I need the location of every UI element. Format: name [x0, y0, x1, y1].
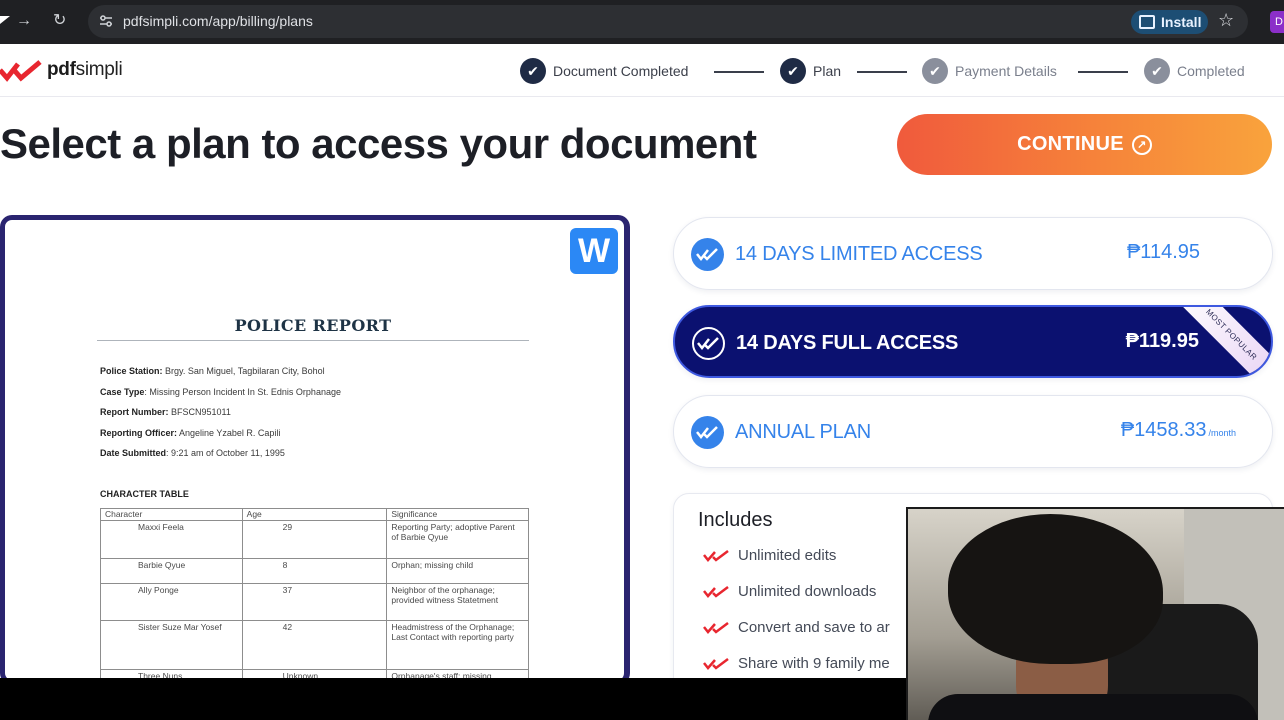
plan-price-value: ₱1458.33: [1120, 419, 1207, 441]
continue-label: CONTINUE: [1017, 133, 1124, 155]
plan-price: ₱119.95: [1126, 330, 1199, 353]
step-check-icon: ✔: [1144, 58, 1170, 84]
install-label: Install: [1161, 14, 1202, 30]
plan-option-14-days-limited[interactable]: 14 DAYS LIMITED ACCESS ₱114.95: [673, 217, 1273, 290]
table-header: Age: [241, 508, 388, 521]
site-settings-icon[interactable]: [98, 13, 114, 29]
reload-icon[interactable]: ↻: [53, 10, 66, 32]
table-cell: Headmistress of the Orphanage; Last Cont…: [386, 620, 529, 670]
red-double-check-icon: [703, 658, 729, 670]
doc-field-reporting-officer: Reporting Officer: Angeline Yzabel R. Ca…: [100, 428, 281, 438]
table-cell: 42: [241, 620, 388, 670]
plan-name: 14 DAYS FULL ACCESS: [736, 332, 959, 354]
table-cell: Sister Suze Mar Yosef: [100, 620, 243, 670]
logo-wordmark[interactable]: pdfsimpli: [47, 59, 123, 81]
step-connector: [1078, 71, 1128, 73]
table-cell: Ally Ponge: [100, 583, 243, 621]
step-connector: [857, 71, 907, 73]
doc-field-police-station: Police Station: Brgy. San Miguel, Tagbil…: [100, 366, 325, 376]
table-cell: Barbie Qyue: [100, 558, 243, 584]
step-check-icon: ✔: [780, 58, 806, 84]
plan-price: ₱114.95: [1127, 241, 1200, 264]
table-row: Ally Ponge 37 Neighbor of the orphanage;…: [100, 583, 529, 621]
double-check-icon: [691, 238, 724, 271]
address-bar[interactable]: pdfsimpli.com/app/billing/plans: [88, 5, 1248, 38]
table-row: Maxxi Feela 29 Reporting Party; adoptive…: [100, 520, 529, 559]
url-text[interactable]: pdfsimpli.com/app/billing/plans: [123, 13, 313, 29]
red-double-check-icon: [703, 550, 729, 562]
arrow-circle-icon: ↗: [1131, 135, 1152, 155]
table-cell: 29: [241, 520, 388, 559]
plan-name: ANNUAL PLAN: [735, 421, 871, 443]
double-check-icon: [692, 327, 725, 360]
red-double-check-icon: [703, 622, 729, 634]
install-icon: [1139, 15, 1155, 29]
site-header: pdfsimpli ✔ Document Completed ✔ Plan ✔ …: [0, 44, 1284, 97]
word-file-icon: W: [570, 228, 618, 274]
step-check-icon: ✔: [520, 58, 546, 84]
step-label: Document Completed: [553, 63, 689, 79]
table-header: Significance: [386, 508, 529, 521]
step-connector: [714, 71, 764, 73]
forward-icon[interactable]: →: [16, 10, 32, 32]
bookmark-star-icon[interactable]: ☆: [1218, 10, 1234, 31]
continue-button[interactable]: CONTINUE ↗: [897, 114, 1272, 175]
plan-price-value: ₱114.95: [1126, 241, 1200, 263]
step-label: Payment Details: [955, 63, 1057, 79]
plan-option-annual[interactable]: ANNUAL PLAN ₱1458.33/month: [673, 395, 1273, 468]
table-cell: Orphan; missing child: [386, 558, 529, 584]
table-header-row: Character Age Significance: [100, 508, 529, 521]
logo-part-pdf: pdf: [47, 59, 76, 80]
include-item-text: Unlimited edits: [738, 547, 837, 564]
profile-avatar[interactable]: D: [1270, 11, 1284, 33]
table-cell: Reporting Party; adoptive Parent of Barb…: [386, 520, 529, 559]
character-table: Character Age Significance Maxxi Feela 2…: [100, 508, 529, 690]
plan-price-period: /month: [1208, 428, 1236, 438]
logo-part-simpli: simpli: [75, 59, 123, 80]
step-label: Plan: [813, 63, 842, 79]
install-app-button[interactable]: Install: [1131, 10, 1208, 34]
table-row: Sister Suze Mar Yosef 42 Headmistress of…: [100, 620, 529, 670]
includes-title: Includes: [698, 509, 773, 531]
plan-price-value: ₱119.95: [1125, 330, 1199, 352]
table-cell: Maxxi Feela: [100, 520, 243, 559]
step-check-icon: ✔: [922, 58, 948, 84]
document-section-title: CHARACTER TABLE: [100, 489, 189, 499]
double-check-icon: [691, 416, 724, 449]
pdfsimpli-logo-icon[interactable]: [0, 58, 44, 82]
step-label: Completed: [1177, 63, 1245, 79]
doc-field-case-type: Case Type: Missing Person Incident In St…: [100, 387, 341, 397]
doc-field-date-submitted: Date Submitted: 9:21 am of October 11, 1…: [100, 448, 285, 458]
document-title-rule: [97, 340, 529, 341]
include-item-text: Share with 9 family me: [738, 655, 890, 672]
red-double-check-icon: [703, 586, 729, 598]
include-item-text: Convert and save to ar: [738, 619, 890, 636]
page-title: Select a plan to access your document: [0, 120, 757, 167]
include-item-text: Unlimited downloads: [738, 583, 877, 600]
table-cell: Neighbor of the orphanage; provided witn…: [386, 583, 529, 621]
table-header: Character: [100, 508, 243, 521]
table-cell: 37: [241, 583, 388, 621]
table-row: Barbie Qyue 8 Orphan; missing child: [100, 558, 529, 584]
document-title: POLICE REPORT: [234, 316, 392, 335]
plan-option-14-days-full[interactable]: 14 DAYS FULL ACCESS ₱119.95 MOST POPULAR: [673, 305, 1273, 378]
doc-field-report-number: Report Number: BFSCN951011: [100, 407, 231, 417]
plan-price: ₱1458.33/month: [1121, 419, 1236, 442]
browser-toolbar: → ↻ pdfsimpli.com/app/billing/plans Inst…: [0, 0, 1284, 44]
webcam-shirt: [928, 694, 1258, 720]
webcam-overlay: [906, 507, 1284, 720]
plan-name: 14 DAYS LIMITED ACCESS: [735, 243, 983, 265]
table-cell: 8: [241, 558, 388, 584]
mouse-cursor-icon: [0, 16, 10, 24]
